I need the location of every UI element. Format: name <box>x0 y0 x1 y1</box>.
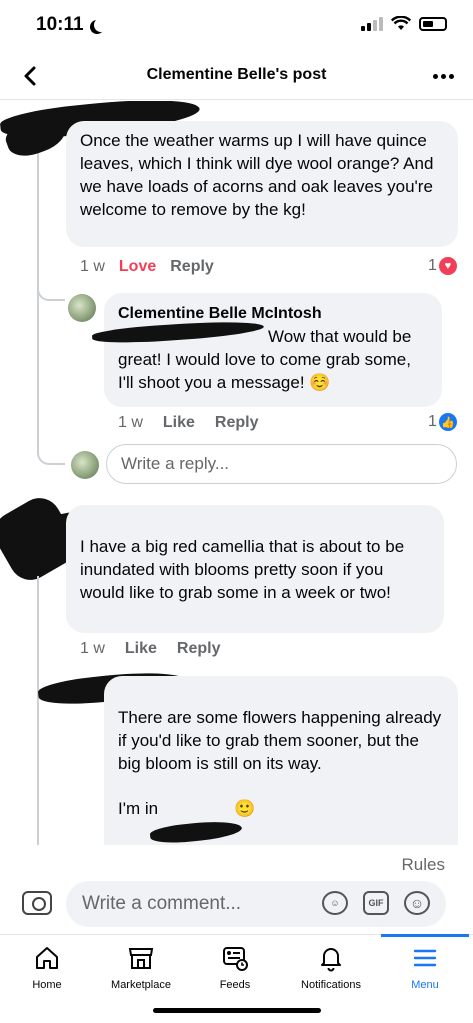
like-icon: 👍 <box>438 413 457 431</box>
status-time: 10:11 <box>36 14 102 36</box>
moon-icon <box>94 18 108 32</box>
rules-link[interactable]: Rules <box>402 855 445 875</box>
reply-placeholder: Write a reply... <box>121 454 230 473</box>
comment-bubble: Once the weather warms up I will have qu… <box>66 121 458 247</box>
camera-icon[interactable] <box>22 891 52 915</box>
comment-time: 1 w <box>118 414 143 431</box>
comment-text: I have a big red camellia that is about … <box>80 537 405 602</box>
tab-label: Menu <box>411 979 439 991</box>
tab-notifications[interactable]: Notifications <box>284 943 378 991</box>
tab-label: Notifications <box>301 979 361 991</box>
comment-text: There are some flowers happening already… <box>118 708 442 773</box>
gif-button[interactable]: GIF <box>363 891 389 915</box>
reply-bubble: There are some flowers happening already… <box>104 676 458 845</box>
reaction-count-text: 1 <box>428 257 437 274</box>
home-icon <box>32 943 62 973</box>
like-button[interactable]: Like <box>125 640 157 658</box>
comment-composer: Write a comment... ☺ GIF ☺ <box>0 879 473 933</box>
like-button[interactable]: Like <box>163 414 195 432</box>
tab-label: Marketplace <box>111 979 171 991</box>
tab-label: Feeds <box>219 979 251 991</box>
battery-icon <box>419 16 447 31</box>
comment-actions: 1 w Like Reply <box>118 414 259 432</box>
emoji: 🙂 <box>234 799 256 818</box>
wifi-icon <box>391 16 411 30</box>
comment-actions: 1 w Like Reply <box>80 640 221 658</box>
heart-icon: ♥ <box>438 257 457 275</box>
reaction-count: 1 ♥ <box>428 257 457 275</box>
hamburger-menu-icon <box>410 943 440 973</box>
status-icons <box>361 16 447 31</box>
thread-connector <box>37 271 65 301</box>
tab-label: Home <box>32 979 62 991</box>
signal-icon <box>361 16 383 31</box>
comment-placeholder: Write a comment... <box>82 893 242 914</box>
post-header: Clementine Belle's post <box>0 52 473 100</box>
user-avatar <box>71 451 99 479</box>
comments-feed[interactable]: Once the weather warms up I will have qu… <box>0 101 473 845</box>
avatar-sticker-icon[interactable]: ☺ <box>322 891 348 915</box>
tab-home[interactable]: Home <box>0 943 94 991</box>
home-indicator <box>153 1008 321 1013</box>
feeds-icon <box>220 943 250 973</box>
active-tab-indicator <box>381 934 469 937</box>
comment-bubble: I have a big red camellia that is about … <box>66 505 444 633</box>
thread-connector <box>37 431 65 465</box>
clock-text: 10:11 <box>36 14 84 35</box>
reply-button[interactable]: Reply <box>215 414 259 432</box>
rules-bar: Rules <box>0 845 473 879</box>
bell-icon <box>316 943 346 973</box>
reaction-count-text: 1 <box>428 413 437 430</box>
tab-marketplace[interactable]: Marketplace <box>94 943 188 991</box>
comment-text: Once the weather warms up I will have qu… <box>80 131 434 219</box>
reply-button[interactable]: Reply <box>177 640 221 658</box>
more-options-button[interactable] <box>429 62 457 90</box>
marketplace-icon <box>126 943 156 973</box>
reply-button[interactable]: Reply <box>170 258 214 276</box>
page-title: Clementine Belle's post <box>146 66 327 83</box>
emoji-icon[interactable]: ☺ <box>404 891 430 915</box>
comment-author[interactable]: Clementine Belle McIntosh <box>118 302 428 325</box>
tab-menu[interactable]: Menu <box>378 943 472 991</box>
comment-text-line: I'm in <box>118 799 159 818</box>
comment-actions: 1 w Love Reply <box>80 258 214 276</box>
status-bar: 10:11 <box>0 0 473 50</box>
reply-input[interactable]: Write a reply... <box>106 444 457 484</box>
comment-input[interactable]: Write a comment... <box>66 881 446 927</box>
avatar[interactable] <box>68 294 96 322</box>
comment-time: 1 w <box>80 640 105 657</box>
reply-bubble: Clementine Belle McIntosh Wow that would… <box>104 293 442 407</box>
gif-label: GIF <box>368 898 384 908</box>
love-reaction-button[interactable]: Love <box>119 258 156 276</box>
tab-feeds[interactable]: Feeds <box>188 943 282 991</box>
comment-time: 1 w <box>80 258 105 275</box>
thread-line <box>37 576 39 845</box>
reaction-count: 1 👍 <box>428 413 457 431</box>
